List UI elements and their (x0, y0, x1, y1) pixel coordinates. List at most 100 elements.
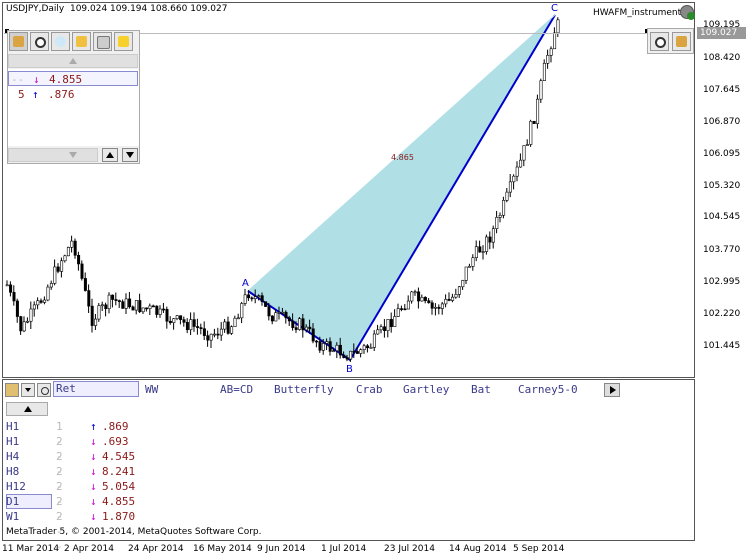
tab-bat[interactable]: Bat (471, 383, 491, 396)
ratio-arrow-icon: ↓ (33, 73, 40, 86)
timeframe-name: W1 (6, 510, 20, 523)
eye-icon (35, 37, 46, 48)
tab-ww[interactable]: WW (145, 383, 158, 396)
candle-body (145, 307, 149, 310)
candle-body (549, 48, 553, 56)
candle-body (389, 319, 393, 327)
ratio-row-selected[interactable]: -- ↓ 4.855 (8, 71, 138, 86)
candle-body (406, 300, 410, 310)
candle-body (519, 159, 523, 168)
star-settings-button[interactable] (114, 32, 133, 51)
tabs-next-button[interactable] (604, 383, 620, 397)
candle-body (233, 317, 237, 328)
ratio-prefix: -- (11, 73, 25, 86)
candle-body (403, 308, 407, 311)
folder-button[interactable] (672, 32, 691, 51)
candle-body (284, 311, 288, 319)
time-tick: 16 May 2014 (193, 544, 252, 554)
timeframe-name: D1 (6, 495, 20, 508)
arrow-down-icon: ↓ (90, 480, 97, 493)
candle-body (66, 247, 70, 257)
home-icon[interactable] (5, 383, 19, 397)
candle-body (423, 297, 427, 301)
folder-icon (13, 36, 24, 47)
instrument-info-icon[interactable] (680, 5, 695, 20)
eye-button[interactable] (650, 32, 669, 51)
candle-body (291, 320, 295, 328)
candle-body (400, 308, 404, 310)
tab-gartley[interactable]: Gartley (403, 383, 449, 396)
ratio-scroll-down[interactable] (8, 148, 98, 162)
candle-body (199, 327, 203, 330)
candle-body (77, 254, 81, 265)
ratio-page-down-button[interactable] (122, 148, 138, 162)
triangle-up-icon (106, 152, 114, 158)
candle-body (304, 326, 308, 331)
candle-body (420, 297, 424, 302)
candle-body (257, 295, 261, 297)
candle-body (427, 300, 431, 304)
tab-carney[interactable]: Carney5-0 (518, 383, 578, 396)
ratio-page-up-button[interactable] (102, 148, 118, 162)
dropdown-button[interactable] (21, 383, 35, 397)
candle-body (362, 345, 366, 350)
candle-body (308, 326, 312, 330)
lock-button[interactable] (93, 32, 112, 51)
tab-abcd[interactable]: AB=CD (220, 383, 253, 396)
candle-body (485, 236, 489, 252)
candle-body (461, 280, 465, 288)
search-settings-button[interactable] (72, 32, 91, 51)
candle-body (5, 284, 9, 287)
candle-body (185, 322, 189, 331)
candle-body (328, 341, 332, 352)
timeframe-scroll-up[interactable] (6, 402, 48, 416)
candle-body (182, 319, 186, 323)
candle-body (226, 321, 230, 334)
ratio-row[interactable]: 5 ↑ .876 (8, 87, 138, 102)
arrow-down-icon: ↓ (90, 435, 97, 448)
candle-body (121, 301, 125, 309)
price-tick: 102.220 (703, 309, 741, 319)
candle-body (325, 341, 329, 344)
mini-toolbar (647, 28, 694, 54)
candle-body (366, 345, 370, 349)
tab-ret[interactable]: Ret (53, 381, 139, 397)
eye-button[interactable] (37, 383, 51, 397)
arrow-down-icon: ↓ (90, 450, 97, 463)
symbol-title: USDJPY,Daily 109.024 109.194 108.660 109… (6, 4, 228, 14)
candle-body (277, 312, 281, 314)
bulb-button[interactable] (51, 32, 70, 51)
ratio-arrow-icon: ↑ (32, 88, 39, 101)
time-tick: 1 Jul 2014 (321, 544, 367, 554)
timeframe-name: H1 (6, 435, 20, 448)
candle-body (315, 340, 319, 343)
time-tick: 23 Jul 2014 (384, 544, 435, 554)
candle-body (192, 319, 196, 327)
eye-button[interactable] (30, 32, 49, 51)
candle-body (53, 266, 57, 284)
timeframe-value: 5.054 (102, 480, 136, 493)
candle-body (294, 327, 298, 330)
candle-body (87, 290, 91, 307)
candle-body (100, 304, 104, 307)
candle-body (162, 308, 166, 311)
candle-body (349, 350, 353, 360)
folder-button[interactable] (9, 32, 28, 51)
tab-crab[interactable]: Crab (356, 383, 383, 396)
tab-butterfly[interactable]: Butterfly (274, 383, 334, 396)
candle-body (474, 246, 478, 259)
candle-body (29, 308, 33, 322)
candle-body (172, 318, 176, 323)
candle-body (410, 291, 414, 302)
candle-body (36, 300, 40, 306)
ratio-scroll-up[interactable] (8, 54, 138, 68)
candle-body (481, 251, 485, 253)
timeframe-value: 1.870 (102, 510, 136, 523)
current-price-badge: 109.027 (697, 27, 746, 39)
candle-body (478, 246, 482, 253)
candle-body (383, 326, 387, 331)
time-tick: 9 Jun 2014 (257, 544, 306, 554)
time-tick: 14 Aug 2014 (449, 544, 507, 554)
candle-body (138, 300, 142, 313)
candle-body (15, 300, 19, 317)
